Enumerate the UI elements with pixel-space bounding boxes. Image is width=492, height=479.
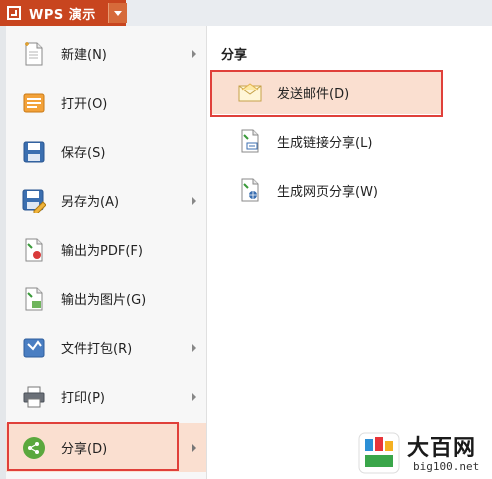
submenu-item-link-share[interactable]: 生成链接分享(L) bbox=[211, 119, 442, 163]
menu-item-file-package[interactable]: 文件打包(R) bbox=[6, 323, 206, 372]
menu-item-export-pdf[interactable]: 输出为PDF(F) bbox=[6, 225, 206, 274]
chevron-down-icon[interactable] bbox=[108, 3, 127, 23]
menu-item-label: 输出为PDF(F) bbox=[61, 244, 143, 259]
share-highlight-box bbox=[7, 422, 179, 471]
submenu-arrow-icon bbox=[192, 49, 196, 58]
menu-item-label: 文件打包(R) bbox=[61, 342, 133, 357]
save-disk-icon bbox=[21, 139, 47, 165]
link-share-icon bbox=[237, 128, 263, 154]
submenu-arrow-icon bbox=[192, 443, 196, 452]
open-folder-icon bbox=[21, 90, 47, 116]
watermark-url: big100.net bbox=[413, 460, 480, 473]
watermark-title: 大百网 bbox=[407, 436, 477, 461]
new-doc-icon bbox=[21, 41, 47, 67]
wps-logo-icon bbox=[7, 6, 21, 20]
wps-app-menu-button[interactable]: WPS 演示 bbox=[0, 0, 127, 26]
menu-item-save[interactable]: 保存(S) bbox=[6, 127, 206, 176]
menu-item-open[interactable]: 打开(O) bbox=[6, 78, 206, 127]
file-package-icon bbox=[21, 335, 47, 361]
menu-item-label: 打开(O) bbox=[61, 97, 108, 112]
web-share-icon bbox=[237, 177, 263, 203]
menu-item-label: 打印(P) bbox=[61, 391, 105, 406]
menu-item-save-as[interactable]: 另存为(A) bbox=[6, 176, 206, 225]
save-as-icon bbox=[21, 188, 47, 214]
send-email-highlight-box bbox=[210, 70, 443, 117]
submenu-item-label: 生成网页分享(W) bbox=[277, 184, 378, 200]
export-image-icon bbox=[21, 286, 47, 312]
title-bar: WPS 演示 bbox=[0, 0, 492, 26]
submenu-item-label: 生成链接分享(L) bbox=[277, 135, 373, 151]
printer-icon bbox=[21, 384, 47, 410]
submenu-item-web-share[interactable]: 生成网页分享(W) bbox=[211, 168, 442, 212]
watermark-logo-icon bbox=[357, 431, 401, 475]
submenu-arrow-icon bbox=[192, 343, 196, 352]
watermark: 大百网 big100.net bbox=[357, 430, 487, 476]
submenu-title: 分享 bbox=[221, 48, 248, 63]
menu-item-label: 输出为图片(G) bbox=[61, 293, 147, 308]
file-menu: 新建(N) 打开(O) 保存(S) 另存为(A) 输出为PDF(F) 输出为图片… bbox=[6, 26, 207, 479]
menu-item-print[interactable]: 打印(P) bbox=[6, 372, 206, 421]
export-pdf-icon bbox=[21, 237, 47, 263]
menu-item-label: 另存为(A) bbox=[61, 195, 120, 210]
menu-item-label: 保存(S) bbox=[61, 146, 106, 161]
menu-item-label: 新建(N) bbox=[61, 48, 107, 63]
submenu-arrow-icon bbox=[192, 392, 196, 401]
menu-item-new[interactable]: 新建(N) bbox=[6, 29, 206, 78]
submenu-arrow-icon bbox=[192, 196, 196, 205]
app-title: WPS 演示 bbox=[29, 7, 96, 23]
menu-item-export-image[interactable]: 输出为图片(G) bbox=[6, 274, 206, 323]
